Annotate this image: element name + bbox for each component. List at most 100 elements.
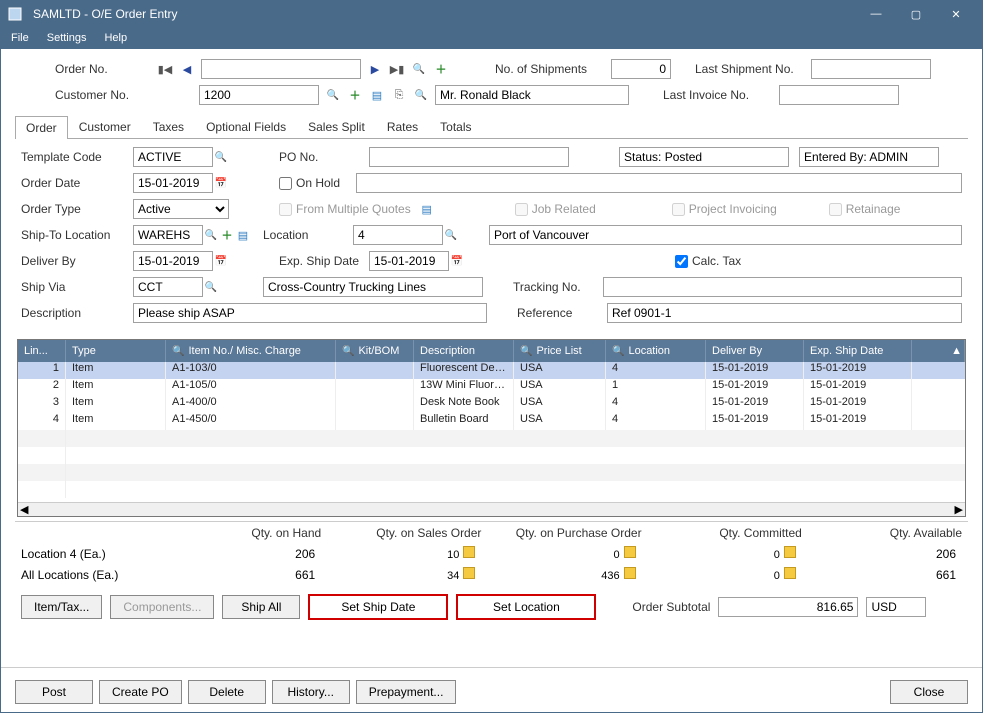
order-no-input[interactable]	[201, 59, 361, 79]
menu-help[interactable]: Help	[104, 32, 127, 44]
close-window-button[interactable]: ✕	[936, 1, 976, 27]
last-invoice-input[interactable]	[779, 85, 899, 105]
last-shipment-input[interactable]	[811, 59, 931, 79]
table-row[interactable]: 2ItemA1-105/013W Mini Fluore...USA115-01…	[18, 379, 965, 396]
scroll-right-icon[interactable]: ▶	[955, 503, 963, 516]
col-lineno[interactable]: Lin...	[18, 340, 66, 362]
customer-card-icon[interactable]: ▤	[369, 87, 385, 103]
customer-finder-icon[interactable]	[325, 87, 341, 103]
table-row[interactable]	[18, 447, 965, 464]
deliverby-calendar-icon[interactable]	[213, 253, 229, 269]
col-pricelist[interactable]: Price List	[514, 340, 606, 362]
col-item[interactable]: Item No./ Misc. Charge	[166, 340, 336, 362]
customer-search-icon[interactable]	[413, 87, 429, 103]
col-location[interactable]: Location	[606, 340, 706, 362]
last-record-icon[interactable]: ▶▮	[389, 61, 405, 77]
col-scroll-up[interactable]: ▲	[912, 340, 965, 362]
shipto-input[interactable]	[133, 225, 203, 245]
order-type-select[interactable]: Active	[133, 199, 229, 219]
shipvia-input[interactable]	[133, 277, 203, 297]
order-date-input[interactable]	[133, 173, 213, 193]
order-date-calendar-icon[interactable]	[213, 175, 229, 191]
location-input[interactable]	[353, 225, 443, 245]
quotes-card-icon[interactable]: ▤	[419, 201, 435, 217]
customer-link-icon[interactable]: ⎘	[391, 87, 407, 103]
customer-new-icon[interactable]	[347, 87, 363, 103]
next-record-icon[interactable]: ▶	[367, 61, 383, 77]
template-finder-icon[interactable]	[213, 149, 229, 165]
table-row[interactable]: 4ItemA1-450/0Bulletin BoardUSA415-01-201…	[18, 413, 965, 430]
grid-body[interactable]: 1ItemA1-103/0Fluorescent Des...USA415-01…	[18, 362, 965, 502]
qty-committed-header: Qty. Committed	[642, 526, 802, 540]
first-record-icon[interactable]: ▮◀	[157, 61, 173, 77]
shipto-new-icon[interactable]	[219, 227, 235, 243]
set-ship-date-button[interactable]: Set Ship Date	[308, 594, 448, 620]
on-hold-textbox[interactable]	[356, 173, 962, 193]
tab-rates[interactable]: Rates	[376, 115, 429, 138]
customer-no-input[interactable]	[199, 85, 319, 105]
prev-record-icon[interactable]: ◀	[179, 61, 195, 77]
shipto-card-icon[interactable]: ▤	[235, 227, 251, 243]
qty-all-onhand: 661	[161, 568, 321, 582]
set-location-button[interactable]: Set Location	[456, 594, 596, 620]
post-button[interactable]: Post	[15, 680, 93, 704]
detail-grid[interactable]: Lin... Type Item No./ Misc. Charge Kit/B…	[17, 339, 966, 517]
table-row[interactable]: 1ItemA1-103/0Fluorescent Des...USA415-01…	[18, 362, 965, 379]
note-icon[interactable]	[624, 567, 636, 579]
col-deliverby[interactable]: Deliver By	[706, 340, 804, 362]
note-icon[interactable]	[784, 546, 796, 558]
template-input[interactable]	[133, 147, 213, 167]
col-desc[interactable]: Description	[414, 340, 514, 362]
reference-input[interactable]	[607, 303, 962, 323]
new-icon[interactable]	[433, 61, 449, 77]
delete-button[interactable]: Delete	[188, 680, 266, 704]
table-row[interactable]	[18, 464, 965, 481]
description-input[interactable]	[133, 303, 487, 323]
history-button[interactable]: History...	[272, 680, 350, 704]
tab-customer[interactable]: Customer	[68, 115, 142, 138]
menu-file[interactable]: File	[11, 32, 29, 44]
tab-totals[interactable]: Totals	[429, 115, 482, 138]
currency-input[interactable]	[866, 597, 926, 617]
note-icon[interactable]	[624, 546, 636, 558]
expship-input[interactable]	[369, 251, 449, 271]
tab-taxes[interactable]: Taxes	[142, 115, 195, 138]
item-tax-button[interactable]: Item/Tax...	[21, 595, 102, 619]
shipvia-finder-icon[interactable]	[203, 279, 219, 295]
finder-icon[interactable]	[411, 61, 427, 77]
calctax-checkbox[interactable]	[675, 255, 688, 268]
po-no-input[interactable]	[369, 147, 569, 167]
table-row[interactable]: 3ItemA1-400/0Desk Note BookUSA415-01-201…	[18, 396, 965, 413]
table-row[interactable]	[18, 430, 965, 447]
on-hold-checkbox[interactable]	[279, 177, 292, 190]
tab-order[interactable]: Order	[15, 116, 68, 139]
col-expship[interactable]: Exp. Ship Date	[804, 340, 912, 362]
grid-hscroll[interactable]: ◀▶	[18, 502, 965, 516]
note-icon[interactable]	[784, 567, 796, 579]
deliverby-input[interactable]	[133, 251, 213, 271]
scroll-left-icon[interactable]: ◀	[20, 503, 28, 516]
no-shipments-input[interactable]	[611, 59, 671, 79]
prepayment-button[interactable]: Prepayment...	[356, 680, 457, 704]
maximize-button[interactable]: ▢	[896, 1, 936, 27]
status-box: Status: Posted	[619, 147, 789, 167]
subtotal-input[interactable]	[718, 597, 858, 617]
minimize-button[interactable]: —	[856, 1, 896, 27]
tab-optional-fields[interactable]: Optional Fields	[195, 115, 297, 138]
col-kit[interactable]: Kit/BOM	[336, 340, 414, 362]
ship-all-button[interactable]: Ship All	[222, 595, 300, 619]
expship-calendar-icon[interactable]	[449, 253, 465, 269]
note-icon[interactable]	[463, 546, 475, 558]
close-button[interactable]: Close	[890, 680, 968, 704]
tab-sales-split[interactable]: Sales Split	[297, 115, 376, 138]
shipvia-name-input[interactable]	[263, 277, 483, 297]
shipto-finder-icon[interactable]	[203, 227, 219, 243]
menu-settings[interactable]: Settings	[47, 32, 87, 44]
table-row[interactable]	[18, 481, 965, 498]
col-type[interactable]: Type	[66, 340, 166, 362]
tracking-input[interactable]	[603, 277, 962, 297]
location-finder-icon[interactable]	[443, 227, 459, 243]
create-po-button[interactable]: Create PO	[99, 680, 182, 704]
note-icon[interactable]	[463, 567, 475, 579]
customer-name-input[interactable]	[435, 85, 629, 105]
